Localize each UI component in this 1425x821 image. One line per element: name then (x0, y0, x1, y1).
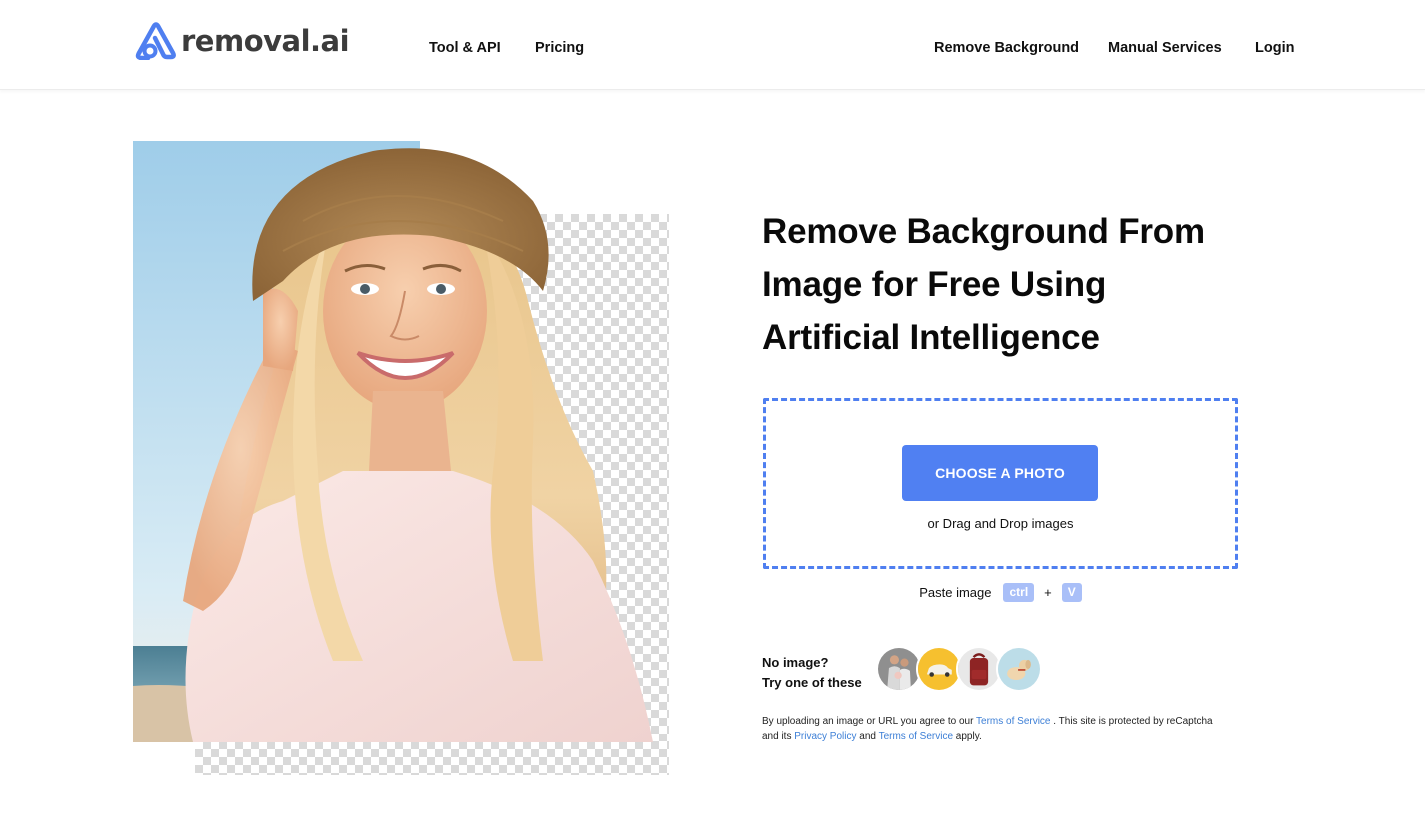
logo-icon (135, 22, 176, 60)
nav-login[interactable]: Login (1255, 40, 1294, 56)
legal-notice: By uploading an image or URL you agree t… (762, 714, 1232, 744)
logo-text: removal.ai (181, 24, 350, 58)
privacy-policy-link[interactable]: Privacy Policy (794, 731, 856, 742)
choose-photo-button[interactable]: CHOOSE A PHOTO (902, 445, 1098, 501)
drag-drop-hint: or Drag and Drop images (927, 516, 1074, 531)
upload-dropzone[interactable]: CHOOSE A PHOTO or Drag and Drop images (763, 398, 1238, 569)
nav-pricing[interactable]: Pricing (535, 40, 584, 56)
sample-thumb-dog[interactable] (996, 646, 1042, 692)
hero-image (133, 141, 669, 775)
transparency-checkerboard (195, 741, 669, 775)
family-thumbnail-icon (878, 648, 920, 690)
paste-hint: Paste image ctrl + V (763, 582, 1238, 602)
dog-thumbnail-icon (998, 648, 1040, 690)
v-key-badge: V (1061, 582, 1082, 602)
sample-label-line2: Try one of these (762, 675, 862, 690)
legal-text: apply. (953, 731, 982, 742)
terms-of-service-link[interactable]: Terms of Service (976, 716, 1050, 727)
site-header: removal.ai Tool & API Pricing Remove Bac… (0, 0, 1425, 90)
sample-label-line1: No image? (762, 655, 829, 670)
woman-photo (133, 141, 653, 742)
legal-text: and (856, 731, 879, 742)
nav-manual-services[interactable]: Manual Services (1108, 40, 1222, 56)
legal-text: By uploading an image or URL you agree t… (762, 716, 977, 727)
car-thumbnail-icon (918, 648, 960, 690)
logo-link[interactable]: removal.ai (133, 20, 350, 60)
plus-sign: + (1044, 584, 1052, 600)
sample-images-label: No image? Try one of these (762, 653, 862, 693)
page-title: Remove Background From Image for Free Us… (762, 212, 1205, 357)
backpack-thumbnail-icon (958, 648, 1000, 690)
nav-tool-api[interactable]: Tool & API (429, 40, 501, 56)
paste-label: Paste image (919, 584, 992, 600)
nav-remove-background[interactable]: Remove Background (934, 40, 1079, 56)
ctrl-key-badge: ctrl (1003, 582, 1035, 602)
recaptcha-terms-link[interactable]: Terms of Service (879, 731, 953, 742)
